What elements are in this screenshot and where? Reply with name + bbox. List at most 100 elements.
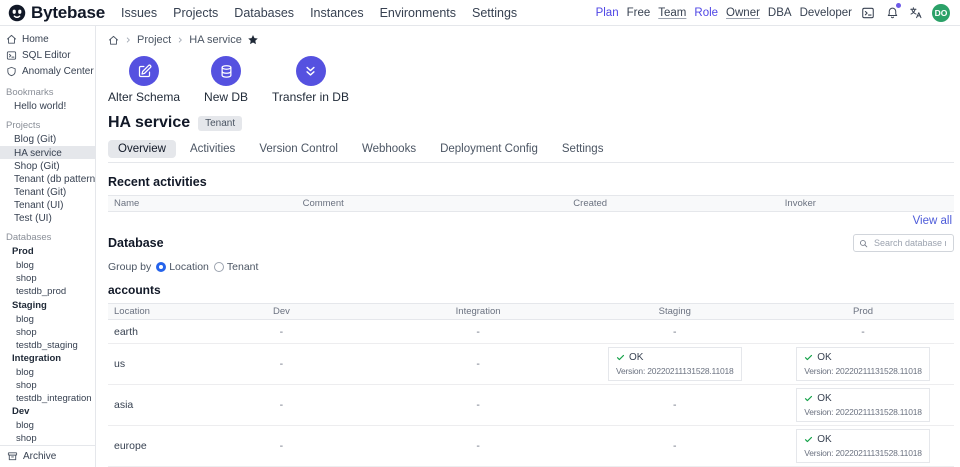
db-status-badge[interactable]: OK Version: 20220211131528.11018 — [608, 347, 742, 381]
tab-overview[interactable]: Overview — [108, 140, 176, 158]
alter-schema-button[interactable]: Alter Schema — [108, 56, 180, 104]
prod-cell: OK Version: 20220211131528.11018 — [772, 388, 954, 422]
group-by-tenant-radio[interactable]: Tenant — [214, 261, 259, 273]
new-db-button[interactable]: New DB — [204, 56, 248, 104]
column-header-location: Location — [108, 306, 184, 317]
avatar[interactable]: DO — [932, 4, 950, 22]
sidebar-item-archive[interactable]: Archive — [0, 445, 95, 467]
sidebar-db-item[interactable]: shop — [0, 272, 95, 285]
search-input[interactable] — [872, 237, 948, 249]
quick-action-label: New DB — [204, 90, 248, 104]
sidebar-project-tenant-db-pattern[interactable]: Tenant (db pattern) — [0, 172, 95, 185]
sidebar-item-label: Anomaly Center — [22, 66, 94, 77]
quick-actions: Alter Schema New DB Transfer in DB — [108, 56, 954, 104]
db-group-staging: Staging — [0, 298, 95, 312]
nav-databases[interactable]: Databases — [234, 6, 294, 20]
sidebar-project-tenant-git[interactable]: Tenant (Git) — [0, 185, 95, 198]
location-cell: us — [108, 358, 184, 370]
bell-icon[interactable] — [884, 5, 900, 21]
table-row-europe[interactable]: europe - - - OK Version: 20220211131528.… — [108, 426, 954, 467]
sidebar-project-tenant-ui[interactable]: Tenant (UI) — [0, 199, 95, 212]
bookmark-item[interactable]: Hello world! — [0, 100, 95, 113]
sidebar-db-item[interactable]: testdb_prod — [0, 285, 95, 298]
db-group-dev: Dev — [0, 405, 95, 419]
sidebar-db-item[interactable]: shop — [0, 432, 95, 445]
role-label: Role — [694, 7, 718, 19]
db-version: Version: 20220211131528.11018 — [804, 407, 922, 417]
sidebar-item-sql-editor[interactable]: SQL Editor — [0, 48, 95, 64]
sidebar-db-item[interactable]: blog — [0, 365, 95, 378]
tab-version-control[interactable]: Version Control — [249, 140, 348, 158]
nav-issues[interactable]: Issues — [121, 6, 157, 20]
sidebar-project-test-ui[interactable]: Test (UI) — [0, 212, 95, 225]
group-by-location-radio[interactable]: Location — [156, 261, 209, 273]
terminal-icon — [6, 50, 17, 61]
db-status-badge[interactable]: OK Version: 20220211131528.11018 — [796, 388, 930, 422]
breadcrumb-project[interactable]: Project — [137, 34, 171, 46]
staging-cell: - — [578, 326, 773, 338]
sidebar-db-item[interactable]: shop — [0, 379, 95, 392]
nav-instances[interactable]: Instances — [310, 6, 364, 20]
tab-webhooks[interactable]: Webhooks — [352, 140, 426, 158]
sidebar-db-item[interactable]: testdb_staging — [0, 338, 95, 351]
sidebar-db-item[interactable]: testdb_integration — [0, 392, 95, 405]
dev-cell: - — [184, 399, 379, 411]
db-version: Version: 20220211131528.11018 — [616, 366, 734, 376]
sidebar-db-item[interactable]: shop — [0, 325, 95, 338]
db-group-integration: Integration — [0, 351, 95, 365]
brand[interactable]: Bytebase — [8, 3, 105, 23]
transfer-in-db-button[interactable]: Transfer in DB — [272, 56, 349, 104]
tenant-group-title: accounts — [108, 283, 954, 297]
app-shell: Home SQL Editor Anomaly Center Bookmarks… — [0, 26, 960, 467]
plan-upgrade-link[interactable]: Team — [658, 7, 686, 19]
column-header-name: Name — [108, 198, 303, 209]
double-chevron-down-icon — [296, 56, 326, 86]
breadcrumb-home-icon[interactable] — [108, 35, 119, 46]
prod-cell: - — [772, 326, 954, 338]
sidebar-item-home[interactable]: Home — [0, 32, 95, 48]
tab-settings[interactable]: Settings — [552, 140, 614, 158]
quick-action-label: Transfer in DB — [272, 90, 349, 104]
bytebase-logo-icon — [8, 4, 26, 22]
group-by-label: Group by — [108, 261, 151, 273]
archive-label: Archive — [23, 451, 56, 462]
column-header-prod: Prod — [772, 306, 954, 317]
db-group-prod: Prod — [0, 245, 95, 259]
sidebar-project-blog-git[interactable]: Blog (Git) — [0, 133, 95, 146]
db-status-badge[interactable]: OK Version: 20220211131528.11018 — [796, 347, 930, 381]
role-owner-link[interactable]: Owner — [726, 7, 760, 19]
edit-icon — [129, 56, 159, 86]
nav-settings[interactable]: Settings — [472, 6, 517, 20]
table-row-us[interactable]: us - - OK Version: 20220211131528.11018 — [108, 344, 954, 385]
bookmark-star-icon[interactable] — [247, 34, 259, 46]
tab-activities[interactable]: Activities — [180, 140, 245, 158]
check-icon — [804, 435, 813, 444]
nav-environments[interactable]: Environments — [380, 6, 456, 20]
sidebar-db-item[interactable]: blog — [0, 312, 95, 325]
translate-icon[interactable] — [908, 5, 924, 21]
db-version: Version: 20220211131528.11018 — [804, 448, 922, 458]
database-search[interactable] — [853, 234, 954, 252]
sidebar-project-ha-service[interactable]: HA service — [0, 146, 95, 159]
sidebar-db-item[interactable]: blog — [0, 259, 95, 272]
chevron-right-icon — [124, 36, 132, 44]
terminal-icon[interactable] — [860, 5, 876, 21]
sidebar-db-item[interactable]: blog — [0, 419, 95, 432]
tab-deployment-config[interactable]: Deployment Config — [430, 140, 548, 158]
db-status-badge[interactable]: OK Version: 20220211131528.11018 — [796, 429, 930, 463]
recent-activities-title: Recent activities — [108, 175, 954, 189]
sidebar-item-anomaly-center[interactable]: Anomaly Center — [0, 64, 95, 80]
database-table-header: Location Dev Integration Staging Prod — [108, 303, 954, 320]
column-header-dev: Dev — [184, 306, 379, 317]
check-icon — [804, 353, 813, 362]
chevron-right-icon — [176, 36, 184, 44]
column-header-staging: Staging — [578, 306, 773, 317]
sidebar-project-shop-git[interactable]: Shop (Git) — [0, 159, 95, 172]
integration-cell: - — [379, 399, 578, 411]
table-row-asia[interactable]: asia - - - OK Version: 20220211131528.11… — [108, 385, 954, 426]
view-all-link[interactable]: View all — [913, 215, 952, 227]
table-row-earth[interactable]: earth - - - - — [108, 320, 954, 344]
search-icon — [859, 239, 868, 248]
nav-projects[interactable]: Projects — [173, 6, 218, 20]
app-root: Bytebase Issues Projects Databases Insta… — [0, 0, 960, 467]
